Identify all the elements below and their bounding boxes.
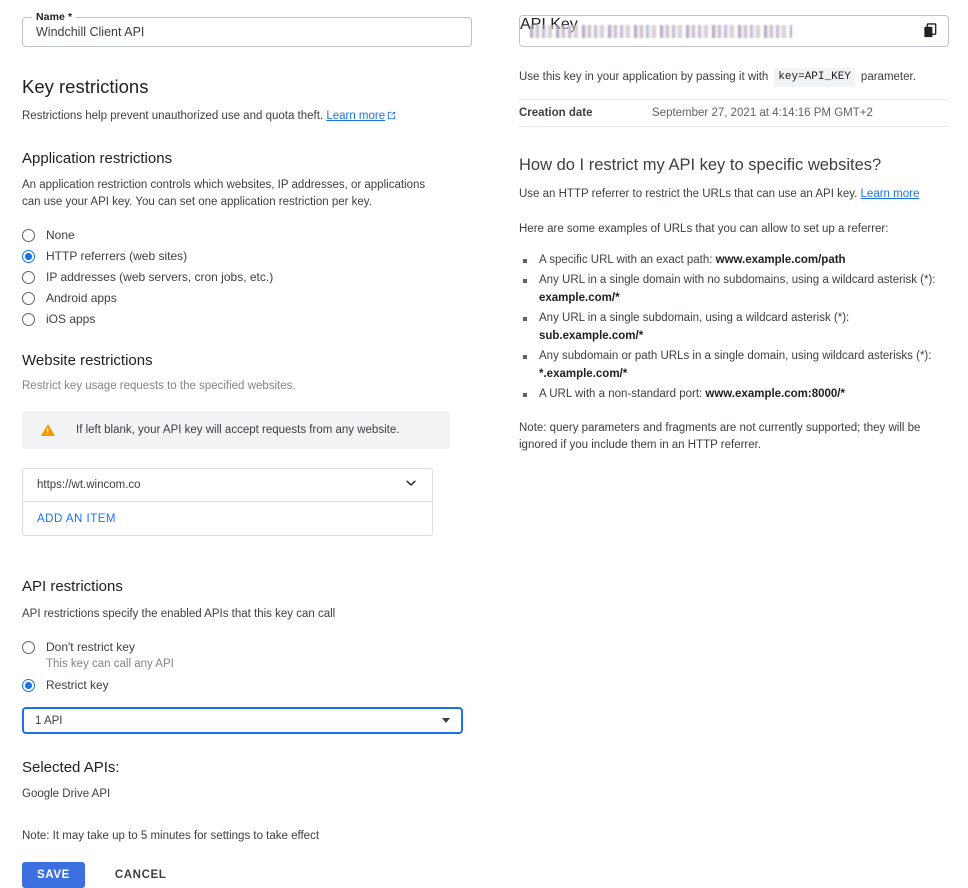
example-text: Any URL in a single domain with no subdo… [539, 273, 936, 286]
example-text: Any subdomain or path URLs in a single d… [539, 349, 932, 362]
example-code: sub.example.com/* [539, 330, 644, 342]
add-an-item-row[interactable]: ADD AN ITEM [23, 502, 432, 535]
api-select[interactable]: 1 API [22, 707, 463, 734]
name-field[interactable]: Name * Windchill Client API [22, 11, 472, 47]
right-column: API Key Use this key in your application… [519, 0, 949, 454]
api-restrictions-title: API restrictions [22, 578, 123, 595]
cancel-button[interactable]: CANCEL [105, 862, 177, 888]
example-code: *.example.com/* [539, 368, 628, 380]
left-column: Name * Windchill Client API Key restrict… [22, 0, 472, 888]
application-restrictions-description: An application restriction controls whic… [22, 179, 426, 208]
creation-date-value: September 27, 2021 at 4:14:16 PM GMT+2 [652, 107, 873, 119]
radio-icon-selected [22, 250, 35, 263]
api-key-masked-value [530, 25, 792, 38]
radio-option-http-referrers[interactable]: HTTP referrers (web sites) [22, 249, 472, 264]
usage-text-after: parameter. [860, 71, 916, 83]
list-item: Any subdomain or path URLs in a single d… [519, 347, 949, 384]
radio-option-android-apps[interactable]: Android apps [22, 291, 472, 306]
warning-text: If left blank, your API key will accept … [76, 424, 400, 436]
creation-date-label: Creation date [519, 107, 593, 119]
example-text: Any URL in a single subdomain, using a w… [539, 311, 850, 324]
list-item: A URL with a non-standard port: www.exam… [519, 385, 949, 404]
radio-label: None [46, 228, 75, 242]
help-note: Note: query parameters and fragments are… [519, 422, 921, 451]
api-key-field[interactable]: API Key [519, 15, 949, 47]
key-restrictions-description-text: Restrictions help prevent unauthorized u… [22, 110, 324, 122]
website-restrictions-warning-banner: If left blank, your API key will accept … [22, 411, 450, 449]
settings-effect-note: Note: It may take up to 5 minutes for se… [22, 830, 320, 842]
radio-option-content: Don't restrict key This key can call any… [46, 640, 174, 672]
radio-option-restrict-key[interactable]: Restrict key [22, 678, 472, 693]
radio-icon [22, 229, 35, 242]
example-code: www.example.com/path [715, 254, 846, 266]
selected-api-item: Google Drive API [22, 788, 111, 800]
website-restrictions-title: Website restrictions [22, 352, 153, 369]
radio-icon [22, 641, 35, 654]
help-intro: Use an HTTP referrer to restrict the URL… [519, 186, 949, 203]
help-learn-more-link[interactable]: Learn more [861, 188, 920, 200]
action-buttons: SAVE CANCEL [22, 862, 472, 888]
caret-down-icon [442, 718, 450, 723]
example-code: example.com/* [539, 292, 620, 304]
website-referrer-list: https://wt.wincom.co ADD AN ITEM [22, 468, 433, 536]
radio-option-none[interactable]: None [22, 228, 472, 243]
referrer-item-row[interactable]: https://wt.wincom.co [23, 469, 432, 502]
radio-label: Android apps [46, 291, 117, 305]
key-restrictions-title: Key restrictions [22, 76, 149, 97]
radio-label: IP addresses (web servers, cron jobs, et… [46, 270, 274, 284]
list-item: Any URL in a single domain with no subdo… [519, 271, 949, 308]
radio-icon [22, 292, 35, 305]
external-link-icon [387, 109, 396, 126]
radio-option-dont-restrict-key[interactable]: Don't restrict key This key can call any… [22, 640, 472, 672]
key-restrictions-description: Restrictions help prevent unauthorized u… [22, 108, 472, 126]
radio-option-ip-addresses[interactable]: IP addresses (web servers, cron jobs, et… [22, 270, 472, 285]
example-text: A URL with a non-standard port: [539, 387, 706, 400]
radio-sublabel: This key can call any API [46, 658, 174, 670]
radio-label: HTTP referrers (web sites) [46, 249, 188, 263]
radio-label: Restrict key [46, 678, 109, 692]
selected-apis-title: Selected APIs: [22, 759, 120, 776]
example-code: www.example.com:8000/* [705, 387, 845, 400]
key-restrictions-learn-more-link[interactable]: Learn more [326, 110, 385, 122]
add-an-item-label: ADD AN ITEM [37, 512, 116, 525]
usage-text-before: Use this key in your application by pass… [519, 71, 769, 83]
help-examples-list: A specific URL with an exact path: www.e… [519, 251, 949, 403]
application-restrictions-radio-group: None HTTP referrers (web sites) IP addre… [22, 228, 472, 327]
copy-icon[interactable] [922, 23, 939, 40]
radio-icon [22, 313, 35, 326]
website-restrictions-description: Restrict key usage requests to the speci… [22, 380, 296, 392]
radio-icon [22, 271, 35, 284]
usage-code-chip: key=API_KEY [774, 68, 855, 87]
chevron-down-icon[interactable] [404, 476, 418, 495]
referrer-item-value: https://wt.wincom.co [37, 479, 141, 491]
creation-date-row: Creation date September 27, 2021 at 4:14… [519, 99, 949, 127]
warning-icon [41, 424, 55, 436]
application-restrictions-title: Application restrictions [22, 150, 173, 167]
help-title: How do I restrict my API key to specific… [519, 156, 882, 174]
radio-label: iOS apps [46, 312, 96, 326]
api-restrictions-radio-group: Don't restrict key This key can call any… [22, 640, 472, 693]
api-key-usage-text: Use this key in your application by pass… [519, 68, 949, 87]
help-examples-intro: Here are some examples of URLs that you … [519, 223, 889, 235]
name-field-value: Windchill Client API [36, 25, 145, 39]
radio-icon-selected [22, 679, 35, 692]
save-button[interactable]: SAVE [22, 862, 85, 888]
radio-option-ios-apps[interactable]: iOS apps [22, 312, 472, 327]
list-item: Any URL in a single subdomain, using a w… [519, 309, 949, 346]
radio-label: Don't restrict key [46, 640, 135, 654]
api-key-settings-page: Name * Windchill Client API Key restrict… [0, 0, 968, 888]
api-restrictions-description: API restrictions specify the enabled API… [22, 608, 336, 620]
example-text: A specific URL with an exact path: [539, 254, 716, 266]
help-intro-text: Use an HTTP referrer to restrict the URL… [519, 188, 858, 200]
api-select-value: 1 API [35, 714, 63, 727]
list-item: A specific URL with an exact path: www.e… [519, 251, 949, 270]
